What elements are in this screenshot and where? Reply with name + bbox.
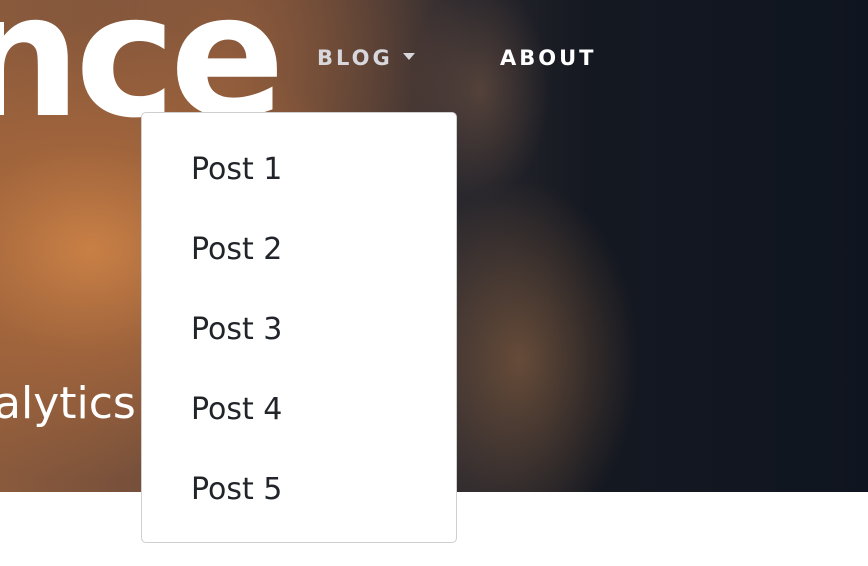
dropdown-item-post-5[interactable]: Post 5 [142, 450, 456, 530]
caret-down-icon [402, 53, 415, 60]
hero-subtitle: alytics [0, 378, 136, 429]
dropdown-item-post-4[interactable]: Post 4 [142, 370, 456, 450]
nav-about-link[interactable]: ABOUT [500, 46, 597, 70]
dropdown-item-post-2[interactable]: Post 2 [142, 210, 456, 290]
nav-blog-dropdown-toggle[interactable]: BLOG [317, 46, 415, 70]
nav-blog-label: BLOG [317, 46, 393, 70]
dropdown-item-post-1[interactable]: Post 1 [142, 130, 456, 210]
dropdown-list: Post 1 Post 2 Post 3 Post 4 Post 5 [142, 113, 456, 530]
dropdown-item-post-3[interactable]: Post 3 [142, 290, 456, 370]
blog-dropdown-menu: Post 1 Post 2 Post 3 Post 4 Post 5 [141, 112, 457, 543]
